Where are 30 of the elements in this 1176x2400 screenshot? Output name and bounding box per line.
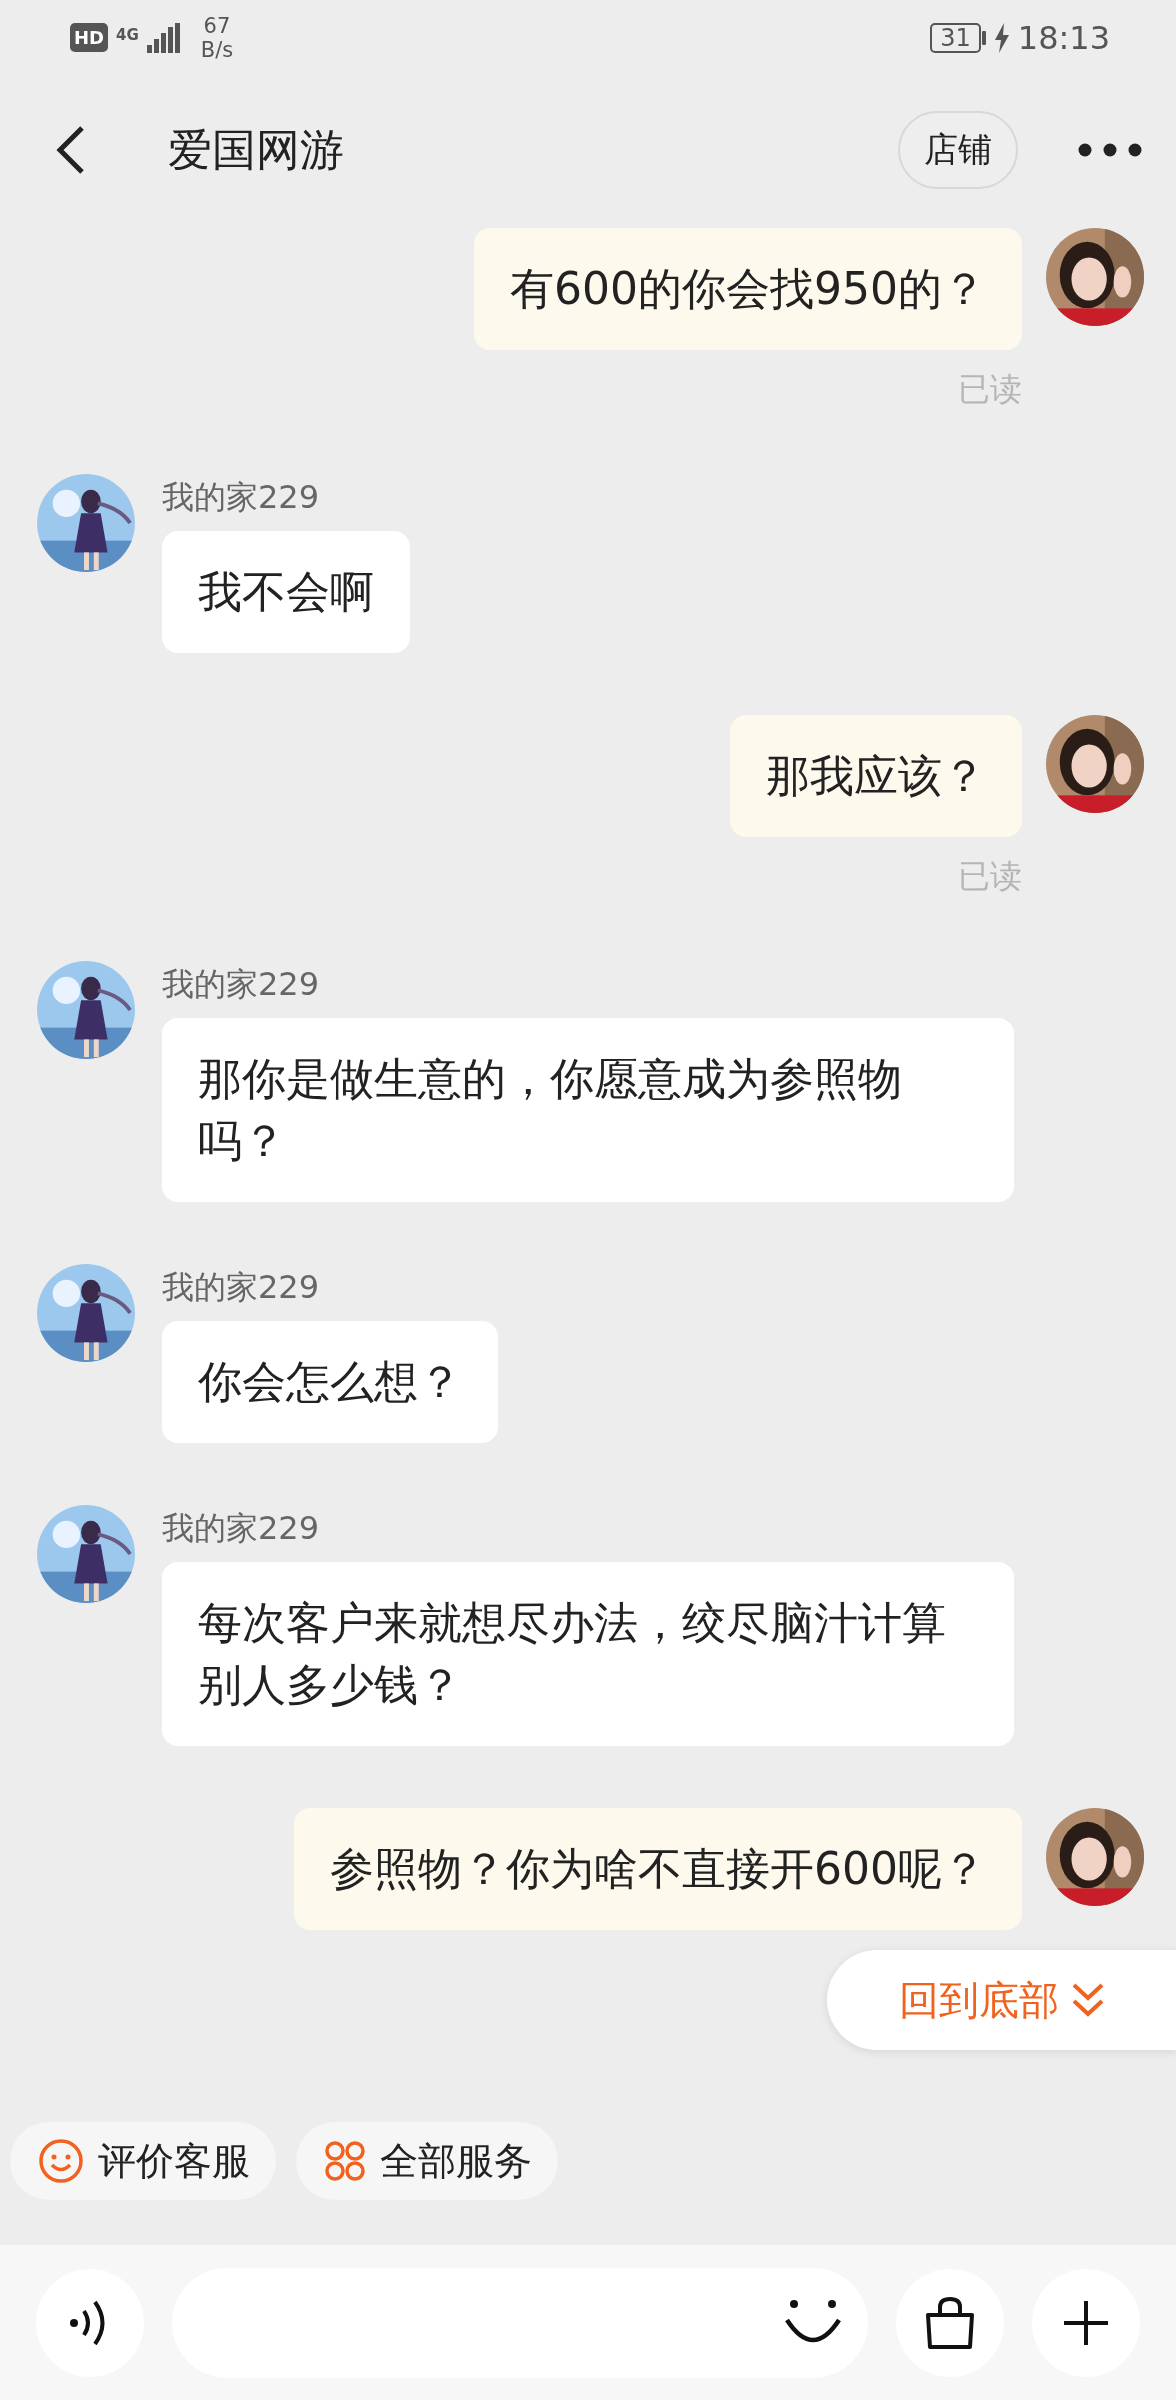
sender-name: 我的家229 — [162, 477, 320, 518]
back-icon[interactable] — [56, 125, 86, 175]
signal-icon — [146, 22, 181, 53]
read-status: 已读 — [958, 856, 1022, 897]
speed-unit: B/s — [200, 37, 234, 62]
network-type: 4G — [116, 25, 139, 44]
sender-name: 我的家229 — [162, 1508, 320, 1549]
smiley-icon — [38, 2138, 84, 2184]
store-button[interactable]: 店铺 — [898, 111, 1018, 189]
message-bubble: 每次客户来就想尽办法，绞尽脑汁计算别人多少钱？ — [162, 1562, 1014, 1746]
clock: 18:13 — [1017, 18, 1110, 57]
speed-value: 67 — [203, 13, 231, 38]
hd-badge: HD — [70, 23, 108, 52]
quick-action-chip[interactable]: 全部服务 — [296, 2122, 558, 2200]
read-status: 已读 — [958, 369, 1022, 410]
message-bubble: 我不会啊 — [162, 531, 410, 653]
quick-action-chip[interactable]: 评价客服 — [10, 2122, 276, 2200]
sender-name: 我的家229 — [162, 1267, 320, 1308]
message-bubble: 那我应该？ — [730, 715, 1022, 837]
double-chevron-down-icon — [1071, 1982, 1105, 2018]
sender-name: 我的家229 — [162, 964, 320, 1005]
battery-level: 31 — [930, 22, 981, 53]
message-bubble: 参照物？你为啥不直接开600呢？ — [294, 1808, 1022, 1930]
message-bubble: 你会怎么想？ — [162, 1321, 498, 1443]
message-bubble: 那你是做生意的，你愿意成为参照物吗？ — [162, 1018, 1014, 1202]
chat-title: 爱国网游 — [168, 122, 345, 177]
grid-icon — [324, 2140, 366, 2182]
message-bubble: 有600的你会找950的？ — [474, 228, 1022, 350]
plus-icon — [1062, 2298, 1110, 2347]
more-icon[interactable] — [1078, 143, 1142, 157]
